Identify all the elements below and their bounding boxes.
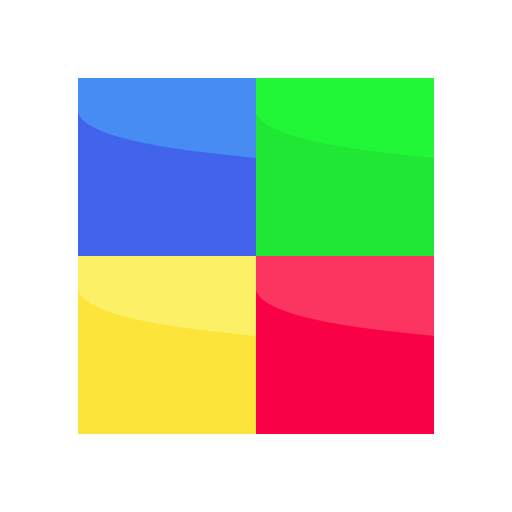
four-color-squares-logo-icon — [78, 78, 434, 434]
yellow-tile — [78, 256, 256, 434]
app-icon-canvas — [0, 0, 512, 512]
red-tile — [256, 256, 434, 434]
blue-tile — [78, 78, 256, 256]
green-tile — [256, 78, 434, 256]
